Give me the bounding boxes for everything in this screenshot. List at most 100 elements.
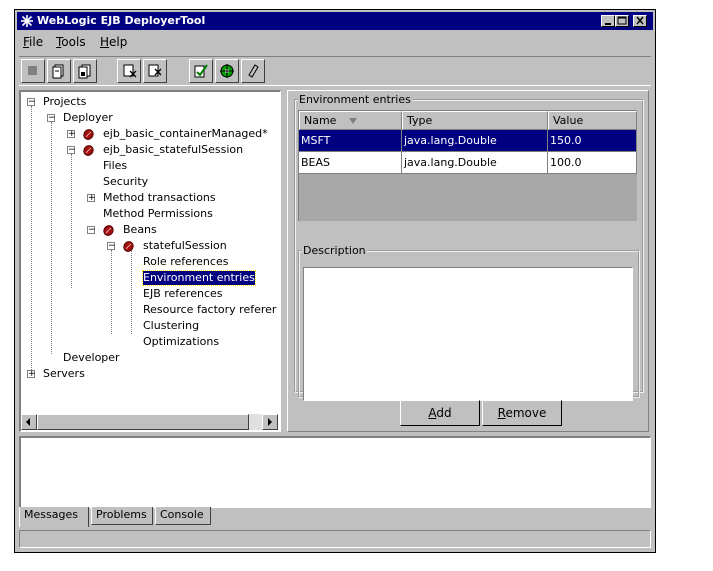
tree-line	[131, 250, 132, 334]
minimize-button[interactable]	[601, 15, 615, 27]
tree-node-projects[interactable]: Projects	[43, 95, 86, 109]
tree-node-container-managed[interactable]: ejb_basic_containerManaged*	[103, 127, 268, 141]
cell-name[interactable]: BEAS	[299, 152, 402, 174]
collapse-toggle[interactable]: −	[27, 98, 36, 107]
menu-help[interactable]: Help	[100, 35, 127, 49]
weblogic-app-icon	[21, 15, 33, 27]
bean-icon	[83, 129, 94, 140]
column-header-value[interactable]: Value	[548, 111, 637, 130]
environment-entries-group: Environment entries Name Type Value MSFT…	[294, 93, 644, 401]
tree-node-ejb-references[interactable]: EJB references	[143, 287, 223, 301]
editor-panel: Environment entries Name Type Value MSFT…	[287, 90, 649, 432]
tree-node-beans[interactable]: Beans	[123, 223, 157, 237]
expand-toggle[interactable]: +	[87, 194, 96, 203]
menu-file[interactable]: File	[23, 35, 43, 49]
column-header-type[interactable]: Type	[402, 111, 548, 130]
tree-node-servers[interactable]: Servers	[43, 367, 85, 381]
toolbar	[19, 56, 651, 86]
save-button[interactable]	[73, 59, 97, 83]
cell-value[interactable]: 150.0	[548, 130, 637, 152]
close-button[interactable]	[633, 15, 647, 27]
deploy-button[interactable]	[215, 59, 239, 83]
arrow-left-icon	[26, 418, 30, 426]
deploy-icon	[220, 64, 234, 78]
description-legend: Description	[303, 244, 366, 257]
validate-icon	[194, 64, 208, 78]
messages-panel[interactable]	[19, 436, 651, 508]
clear-button[interactable]	[241, 59, 265, 83]
tree-node-method-permissions[interactable]: Method Permissions	[103, 207, 213, 221]
scroll-right-button[interactable]	[262, 414, 278, 430]
tree-node-role-references[interactable]: Role references	[143, 255, 228, 269]
maximize-icon	[617, 16, 627, 25]
cell-type[interactable]: java.lang.Double	[402, 130, 548, 152]
open-icon	[52, 64, 64, 79]
expand-toggle[interactable]: +	[67, 130, 76, 139]
tab-problems[interactable]: Problems	[91, 507, 153, 525]
environment-entries-legend: Environment entries	[299, 93, 411, 106]
tab-console[interactable]: Console	[155, 507, 211, 525]
collapse-toggle[interactable]: −	[87, 226, 96, 235]
disconnect-icon	[123, 64, 137, 78]
remove-button[interactable]: Remove	[482, 400, 562, 426]
minimize-icon	[605, 23, 611, 25]
connect-button[interactable]	[143, 59, 167, 83]
close-icon	[636, 16, 644, 25]
project-tree[interactable]: − Projects − Deployer + ejb_basic_contai…	[19, 90, 281, 432]
tree-node-clustering[interactable]: Clustering	[143, 319, 199, 333]
tree-node-deployer[interactable]: Deployer	[63, 111, 113, 125]
cell-name[interactable]: MSFT	[299, 130, 402, 152]
add-button[interactable]: Add	[400, 400, 480, 426]
collapse-toggle[interactable]: −	[67, 146, 76, 155]
add-label: dd	[436, 406, 452, 420]
open-button[interactable]	[47, 59, 71, 83]
maximize-button[interactable]	[615, 15, 629, 27]
back-icon	[28, 66, 37, 75]
split-pane-divider[interactable]	[281, 90, 285, 432]
disconnect-button[interactable]	[117, 59, 141, 83]
connect-icon	[148, 64, 162, 77]
back-button[interactable]	[21, 59, 45, 83]
bean-icon	[83, 145, 94, 156]
menu-help-label: elp	[109, 35, 128, 49]
menu-tools[interactable]: Tools	[56, 35, 86, 49]
column-header-name[interactable]: Name	[299, 111, 402, 130]
title-bar[interactable]: WebLogic EJB DeployerTool	[17, 12, 653, 30]
status-bar	[19, 530, 651, 548]
scroll-left-button[interactable]	[21, 414, 37, 430]
tree-node-environment-entries[interactable]: Environment entries	[142, 270, 256, 286]
window-title: WebLogic EJB DeployerTool	[37, 14, 206, 27]
tree-line	[71, 154, 72, 288]
tree-node-developer[interactable]: Developer	[63, 351, 120, 365]
tree-node-stateful-session[interactable]: statefulSession	[143, 239, 227, 253]
save-icon	[78, 64, 91, 79]
menu-bar: File Tools Help	[17, 32, 653, 52]
tree-line	[31, 106, 32, 374]
tree-node-security[interactable]: Security	[103, 175, 148, 189]
menu-file-label: ile	[29, 35, 44, 49]
bean-icon	[123, 241, 134, 252]
collapse-toggle[interactable]: −	[47, 114, 56, 123]
description-group: Description	[298, 244, 640, 401]
menu-help-mnemonic: H	[100, 35, 110, 49]
environment-table[interactable]: Name Type Value MSFT java.lang.Double 15…	[298, 110, 637, 221]
tree-node-files[interactable]: Files	[103, 159, 127, 173]
clear-icon	[248, 64, 259, 78]
tree-node-stateful-session-jar[interactable]: ejb_basic_statefulSession	[103, 143, 243, 157]
tree-line	[51, 122, 52, 354]
description-textarea[interactable]	[303, 267, 633, 401]
tree-line	[111, 250, 112, 334]
arrow-right-icon	[268, 418, 272, 426]
validate-button[interactable]	[189, 59, 213, 83]
scroll-thumb[interactable]	[37, 414, 249, 430]
expand-toggle[interactable]: +	[27, 370, 36, 379]
collapse-toggle[interactable]: −	[107, 242, 116, 251]
tab-messages[interactable]: Messages	[19, 507, 89, 527]
cell-type[interactable]: java.lang.Double	[402, 152, 548, 174]
horizontal-scrollbar[interactable]	[21, 414, 278, 430]
tree-node-method-transactions[interactable]: Method transactions	[103, 191, 216, 205]
bean-icon	[103, 225, 114, 236]
tree-node-resource-factory[interactable]: Resource factory referer	[143, 303, 276, 317]
tree-node-optimizations[interactable]: Optimizations	[143, 335, 219, 349]
cell-value[interactable]: 100.0	[548, 152, 637, 174]
